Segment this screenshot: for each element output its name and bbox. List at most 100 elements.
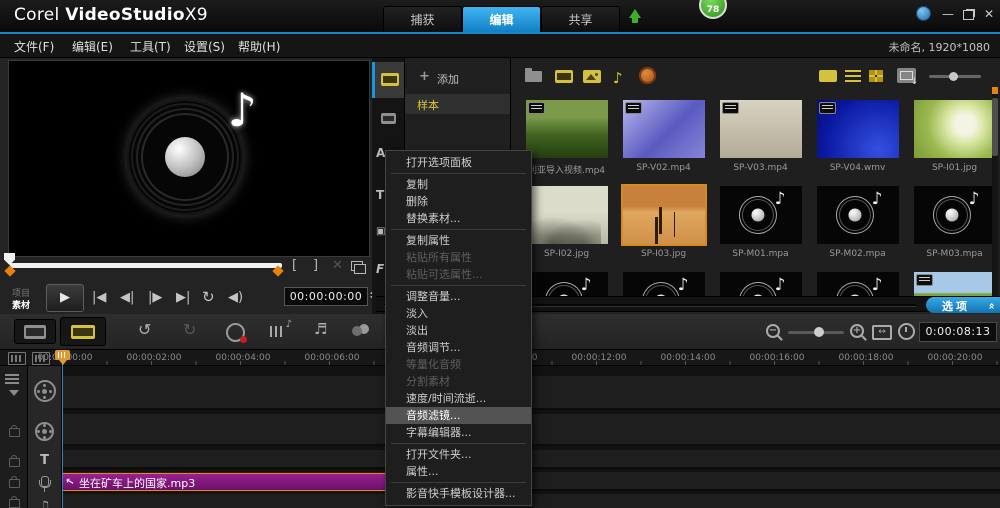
track-caret-icon[interactable]: [9, 390, 19, 396]
zoom-in-button[interactable]: +: [850, 324, 864, 338]
tab-share[interactable]: 共享: [541, 6, 620, 32]
clock-icon[interactable]: [898, 323, 915, 340]
import-media-button[interactable]: [897, 68, 916, 83]
timeline-view-button[interactable]: [60, 317, 106, 346]
library-item[interactable]: SP-V02.mp4: [615, 100, 712, 173]
record-capture-button[interactable]: [226, 323, 245, 342]
restore-button[interactable]: [963, 9, 974, 23]
slider-knob[interactable]: [949, 72, 958, 81]
timeline-playhead-marker[interactable]: [55, 350, 70, 360]
menu-edit[interactable]: 编辑(E): [72, 38, 113, 55]
go-end-button[interactable]: ▶|: [176, 290, 190, 305]
play-button[interactable]: ▶: [46, 284, 84, 312]
tab-edit[interactable]: 编辑: [462, 6, 541, 32]
library-item-selected[interactable]: SP-I03.jpg: [615, 186, 712, 259]
auto-music-button[interactable]: ♬: [314, 320, 327, 338]
tab-capture[interactable]: 捕获: [383, 6, 462, 32]
next-frame-button[interactable]: |▶: [148, 290, 162, 305]
music-track-icon[interactable]: ♫: [28, 499, 61, 508]
menu-tools[interactable]: 工具(T): [130, 38, 171, 55]
graphic-tab-icon[interactable]: A: [376, 146, 385, 160]
preview-player[interactable]: ♪: [8, 60, 370, 257]
zoom-out-button[interactable]: −: [766, 324, 780, 338]
split-clip-button[interactable]: ✕: [332, 258, 343, 273]
overlay-track-icon[interactable]: [35, 422, 54, 441]
library-item[interactable]: 利亚导入视频.mp4: [518, 100, 615, 176]
redo-button[interactable]: ↻: [183, 320, 196, 339]
library-item[interactable]: SP-I01.jpg: [906, 100, 992, 173]
thumbnail-size-slider[interactable]: [929, 75, 981, 78]
library-item[interactable]: SP-V04.wmv: [809, 100, 906, 173]
menu-item-fade-in[interactable]: 淡入: [386, 305, 531, 322]
globe-icon[interactable]: [916, 6, 931, 21]
menu-item-speed-timelapse[interactable]: 速度/时间流逝...: [386, 390, 531, 407]
menu-item-open-folder[interactable]: 打开文件夹...: [386, 446, 531, 463]
preview-scrubber[interactable]: [10, 263, 282, 268]
track-lock-voice-icon[interactable]: [9, 479, 20, 488]
go-start-button[interactable]: |◀: [92, 290, 106, 305]
track-view-toggle-2[interactable]: [32, 352, 50, 365]
menu-help[interactable]: 帮助(H): [238, 38, 280, 55]
view-thumb-button[interactable]: [819, 70, 837, 82]
title-tab-icon[interactable]: T: [376, 188, 384, 202]
menu-item-copy[interactable]: 复制: [386, 176, 531, 193]
store-button[interactable]: [639, 67, 656, 84]
filter-photo-button[interactable]: [583, 70, 601, 83]
painting-creator-button[interactable]: [352, 326, 362, 336]
menu-item-audio-filter[interactable]: 音频滤镜...: [386, 407, 531, 424]
prev-frame-button[interactable]: ◀|: [120, 290, 134, 305]
menu-file[interactable]: 文件(F): [14, 38, 54, 55]
menu-settings[interactable]: 设置(S): [184, 38, 225, 55]
mode-clip-label[interactable]: 素材: [12, 298, 30, 311]
timeline-timecode[interactable]: 0:00:08:13: [919, 322, 997, 342]
enlarge-preview-button[interactable]: [351, 261, 363, 271]
library-item[interactable]: ♪ SP-M02.mpa: [809, 186, 906, 259]
menu-item-fade-out[interactable]: 淡出: [386, 322, 531, 339]
fit-timeline-button[interactable]: ↔: [872, 325, 892, 340]
menu-item-subtitle-editor[interactable]: 字幕编辑器...: [386, 424, 531, 441]
library-item[interactable]: SP-I02.jpg: [518, 186, 615, 259]
menu-item-fastflick-template-designer[interactable]: 影音快手模板设计器...: [386, 485, 531, 502]
filter-audio-button[interactable]: ♪: [613, 68, 623, 87]
minimize-button[interactable]: —: [942, 7, 954, 21]
view-grid-button[interactable]: [869, 70, 883, 82]
menu-item-replace-clip[interactable]: 替换素材...: [386, 210, 531, 227]
filter-video-button[interactable]: [555, 70, 573, 83]
zoom-slider-knob[interactable]: [814, 327, 824, 337]
track-lock-music-icon[interactable]: [9, 499, 20, 508]
audio-clip[interactable]: ↖ 坐在矿车上的国家.mp3: [62, 473, 439, 491]
timeline-zoom-slider[interactable]: [788, 331, 844, 334]
options-button[interactable]: 选项 «: [926, 297, 1000, 313]
menu-item-properties[interactable]: 属性...: [386, 463, 531, 480]
volume-button[interactable]: ◀): [228, 290, 243, 305]
filter-tab-icon[interactable]: F: [376, 262, 384, 276]
track-view-toggle-1[interactable]: [8, 352, 26, 365]
track-lock-overlay-icon[interactable]: [9, 428, 20, 437]
track-manager-icon[interactable]: [5, 374, 19, 384]
sound-mixer-button[interactable]: [270, 326, 285, 337]
library-item[interactable]: ♪ SP-M01.mpa: [712, 186, 809, 259]
library-item[interactable]: SP-V03.mp4: [712, 100, 809, 173]
view-list-button[interactable]: [845, 70, 861, 82]
library-item[interactable]: ♪ SP-M03.mpa: [906, 186, 992, 259]
voice-track-icon[interactable]: [41, 476, 49, 487]
repeat-button[interactable]: ↻: [202, 288, 215, 306]
add-folder-button[interactable]: + 添加: [405, 68, 511, 88]
storyboard-view-button[interactable]: [14, 319, 56, 344]
mark-in-button[interactable]: [: [292, 258, 297, 273]
transition-tab[interactable]: [372, 102, 404, 138]
close-button[interactable]: ✕: [984, 7, 994, 21]
scrollbar-thumb[interactable]: [992, 98, 998, 156]
video-track-icon[interactable]: [34, 380, 56, 402]
menu-item-open-options-panel[interactable]: 打开选项面板: [386, 154, 531, 171]
menu-item-audio-adjust[interactable]: 音频调节...: [386, 339, 531, 356]
mark-out-button[interactable]: ]: [313, 258, 318, 273]
menu-item-copy-attributes[interactable]: 复制属性: [386, 232, 531, 249]
title-track-icon[interactable]: T: [28, 453, 61, 468]
library-folder-icon[interactable]: [525, 71, 542, 82]
media-library-tab[interactable]: [372, 62, 404, 98]
library-scrollbar[interactable]: [992, 90, 998, 310]
track-lock-title-icon[interactable]: [9, 458, 20, 467]
undo-button[interactable]: ↺: [138, 320, 151, 339]
preview-timecode[interactable]: 00:00:00:00: [284, 287, 368, 306]
